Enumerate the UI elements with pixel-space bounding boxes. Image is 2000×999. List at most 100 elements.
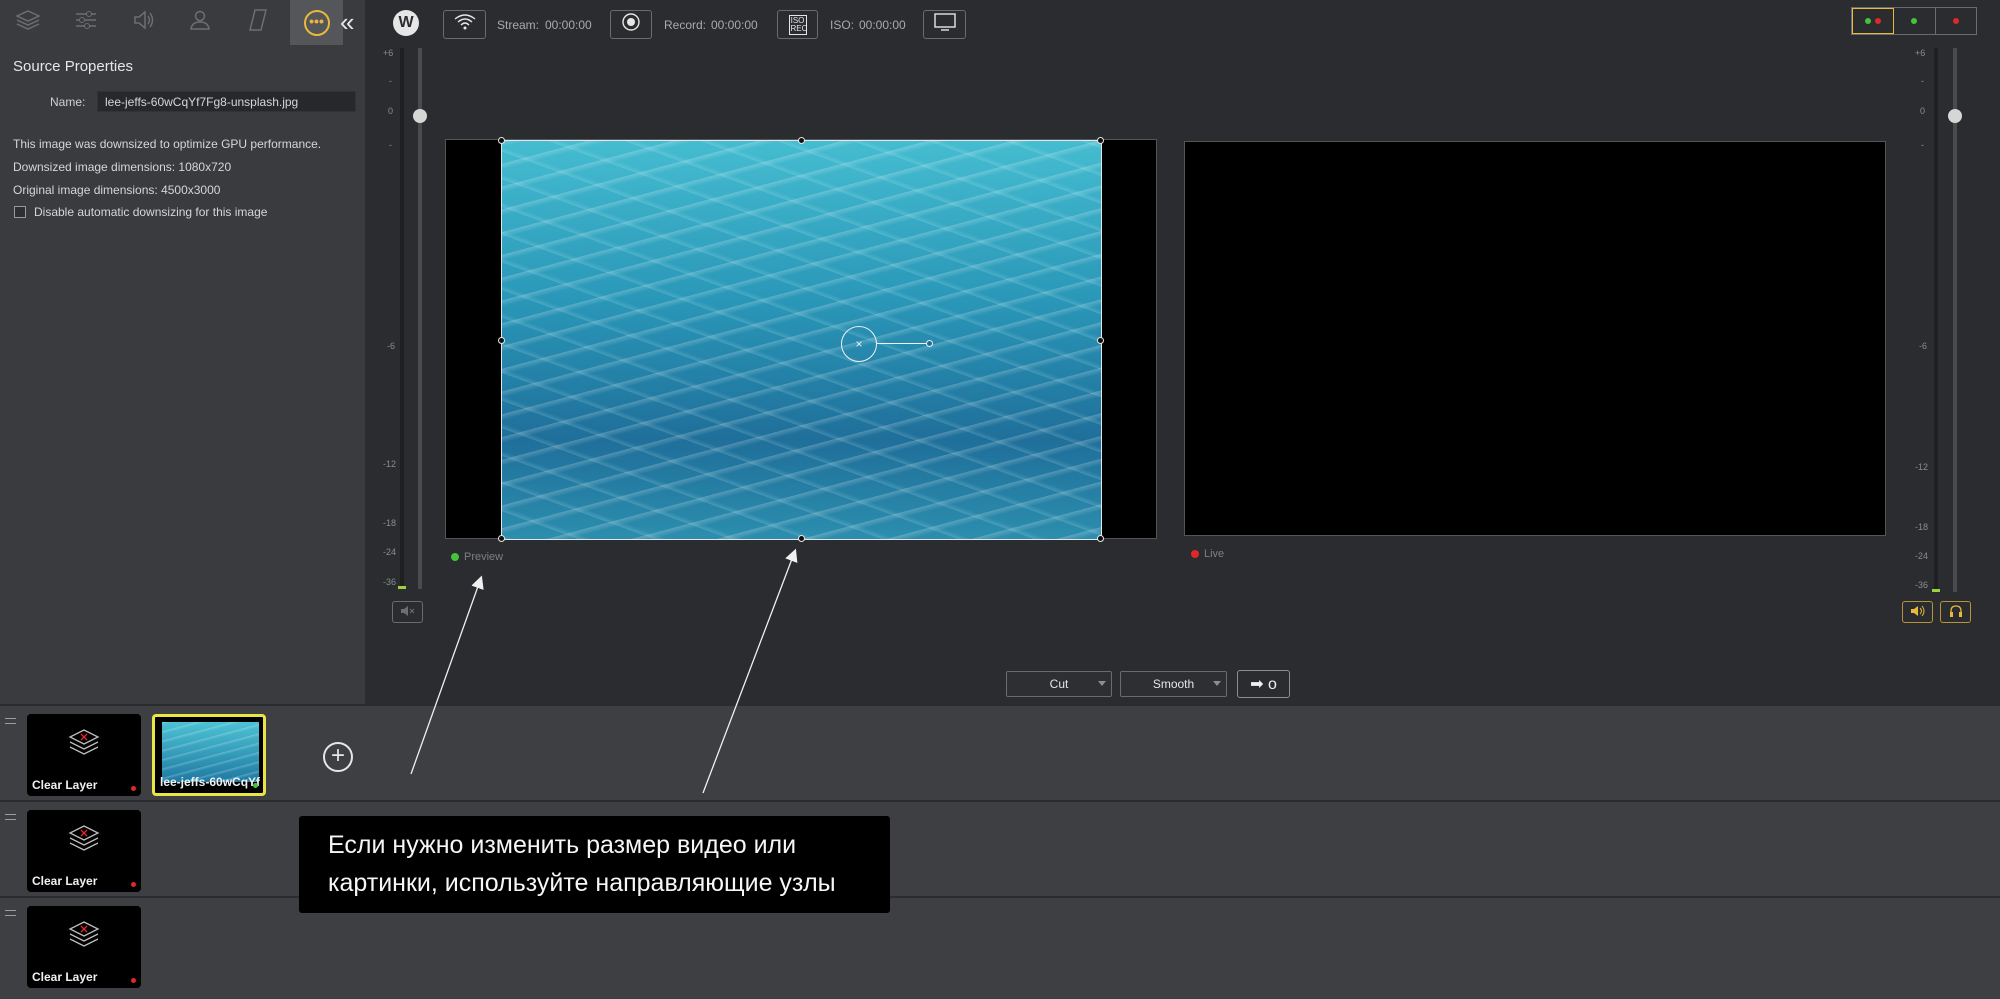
- iso-rec-icon: ISO REC: [788, 14, 808, 35]
- volume-fader-knob[interactable]: [1948, 109, 1962, 123]
- red-dot-icon: [1875, 18, 1882, 24]
- resize-handle-right[interactable]: [1097, 337, 1104, 344]
- preview-label: Preview: [449, 551, 503, 563]
- stream-label: Stream:: [497, 18, 540, 32]
- layer-drag-handle[interactable]: [5, 910, 16, 916]
- collapse-panel-button[interactable]: «: [340, 8, 354, 36]
- red-dot-icon: [1952, 18, 1959, 24]
- meter-tick: +6: [1915, 48, 1926, 58]
- shot-clear-layer[interactable]: Clear Layer: [27, 714, 141, 796]
- iso-time: 00:00:00: [859, 18, 906, 32]
- iso-record-button[interactable]: ISO REC: [777, 10, 818, 39]
- meter-tick: -24: [1915, 551, 1929, 561]
- layers-icon: [15, 9, 41, 37]
- meter-tick: -24: [383, 547, 397, 557]
- rotation-handle[interactable]: [926, 340, 933, 347]
- live-monitor[interactable]: [1184, 141, 1886, 536]
- original-dimensions: Original image dimensions: 4500x3000: [13, 183, 221, 197]
- resize-handle-bottom-right[interactable]: [1097, 535, 1104, 542]
- add-shot-button[interactable]: +: [323, 742, 353, 772]
- name-label: Name:: [50, 95, 86, 109]
- wifi-icon: [454, 14, 476, 35]
- speaker-mute-icon: [400, 604, 416, 620]
- meter-tick: 0: [1920, 106, 1926, 116]
- wirecast-logo: W: [393, 10, 419, 36]
- slant-icon: [246, 8, 270, 38]
- shot-clear-layer[interactable]: Clear Layer: [27, 810, 141, 892]
- filters-tab[interactable]: [233, 0, 283, 45]
- layout-live-button[interactable]: [1936, 8, 1976, 34]
- headphones-icon: [1949, 604, 1963, 621]
- layout-preview-live-button[interactable]: [1852, 8, 1895, 34]
- layers-tab[interactable]: [3, 0, 53, 45]
- meter-tick: -12: [1915, 462, 1929, 472]
- layout-preview-button[interactable]: [1894, 8, 1936, 34]
- transition-type-dropdown[interactable]: Cut: [1006, 671, 1112, 697]
- layer-drag-handle[interactable]: [5, 814, 16, 820]
- shot-thumbnail: [162, 722, 259, 782]
- green-dot-icon: [1865, 18, 1872, 24]
- shot-label: Clear Layer: [32, 874, 98, 888]
- record-button[interactable]: [610, 10, 652, 39]
- chroma-tab[interactable]: [175, 0, 225, 45]
- resize-handle-bottom[interactable]: [798, 535, 805, 542]
- shot-status-dot: [131, 786, 136, 791]
- speaker-icon: [1910, 604, 1926, 620]
- disable-downsizing-checkbox[interactable]: [14, 206, 26, 218]
- chevron-down-icon: [1098, 681, 1106, 686]
- stream-button[interactable]: [443, 10, 486, 39]
- shot-label: lee-jeffs-60wCqYf7: [160, 775, 260, 789]
- volume-fader-track[interactable]: [1953, 48, 1957, 592]
- resize-handle-top[interactable]: [798, 137, 805, 144]
- record-label: Record:: [664, 18, 707, 32]
- more-icon: •••: [303, 9, 330, 36]
- volume-fader-track[interactable]: [418, 48, 422, 589]
- name-field[interactable]: lee-jeffs-60wCqYf7Fg8-unsplash.jpg: [97, 91, 356, 112]
- resize-handle-bottom-left[interactable]: [498, 535, 505, 542]
- arrow-right-icon: ➡ o: [1250, 676, 1277, 693]
- clear-layer-icon: [67, 822, 101, 856]
- green-dot-icon: [1911, 18, 1918, 24]
- take-button[interactable]: ➡ o: [1237, 670, 1290, 698]
- preview-image-layer[interactable]: ×: [498, 137, 1104, 542]
- iso-label: ISO:: [830, 18, 855, 32]
- rotation-handle-arm: [877, 343, 927, 344]
- meter-level-indicator: [1932, 589, 1940, 592]
- transition-speed-dropdown[interactable]: Smooth: [1120, 671, 1227, 697]
- resize-handle-left[interactable]: [498, 337, 505, 344]
- mute-preview-button[interactable]: [392, 601, 423, 623]
- sliders-icon: [74, 9, 98, 37]
- headphones-button[interactable]: [1940, 601, 1971, 623]
- meter-tick: -: [1921, 140, 1924, 150]
- shot-clear-layer[interactable]: Clear Layer: [27, 906, 141, 988]
- source-properties-panel: ••• « Source Properties Name: lee-jeffs-…: [0, 0, 365, 704]
- output-display-button[interactable]: [923, 10, 966, 39]
- adjustments-tab[interactable]: [61, 0, 111, 45]
- speaker-output-button[interactable]: [1902, 601, 1933, 623]
- preview-monitor[interactable]: ×: [445, 137, 1157, 542]
- panel-title: Source Properties: [13, 58, 134, 75]
- layer-drag-handle[interactable]: [5, 718, 16, 724]
- preview-label-text: Preview: [464, 551, 504, 563]
- shot-status-dot: [131, 882, 136, 887]
- disable-downsizing-option[interactable]: Disable automatic downsizing for this im…: [14, 205, 267, 219]
- callout-line-1: Если нужно изменить размер видео или: [328, 831, 797, 859]
- audio-tab[interactable]: [119, 0, 169, 45]
- resize-handle-top-right[interactable]: [1097, 137, 1104, 144]
- callout-line-2: картинки, используйте направляющие узлы: [328, 869, 836, 897]
- meter-tick: -: [1921, 76, 1924, 86]
- resize-handle-top-left[interactable]: [498, 137, 505, 144]
- volume-fader-knob[interactable]: [413, 109, 427, 123]
- speaker-icon: [132, 9, 156, 37]
- downsized-dimensions: Downsized image dimensions: 1080x720: [13, 160, 232, 174]
- shot-label: Clear Layer: [32, 970, 98, 984]
- live-status-dot: [1191, 550, 1199, 558]
- live-label: Live: [1189, 548, 1224, 560]
- shot-image[interactable]: lee-jeffs-60wCqYf7: [152, 714, 266, 796]
- move-center-handle[interactable]: ×: [841, 326, 877, 362]
- source-properties-tab[interactable]: •••: [290, 0, 343, 45]
- monitor-icon: [933, 13, 956, 36]
- transition-speed-value: Smooth: [1152, 677, 1195, 691]
- layout-mode-group: [1851, 7, 1977, 35]
- layer-row-1: Clear Layer lee-jeffs-60wCqYf7 +: [0, 704, 2000, 800]
